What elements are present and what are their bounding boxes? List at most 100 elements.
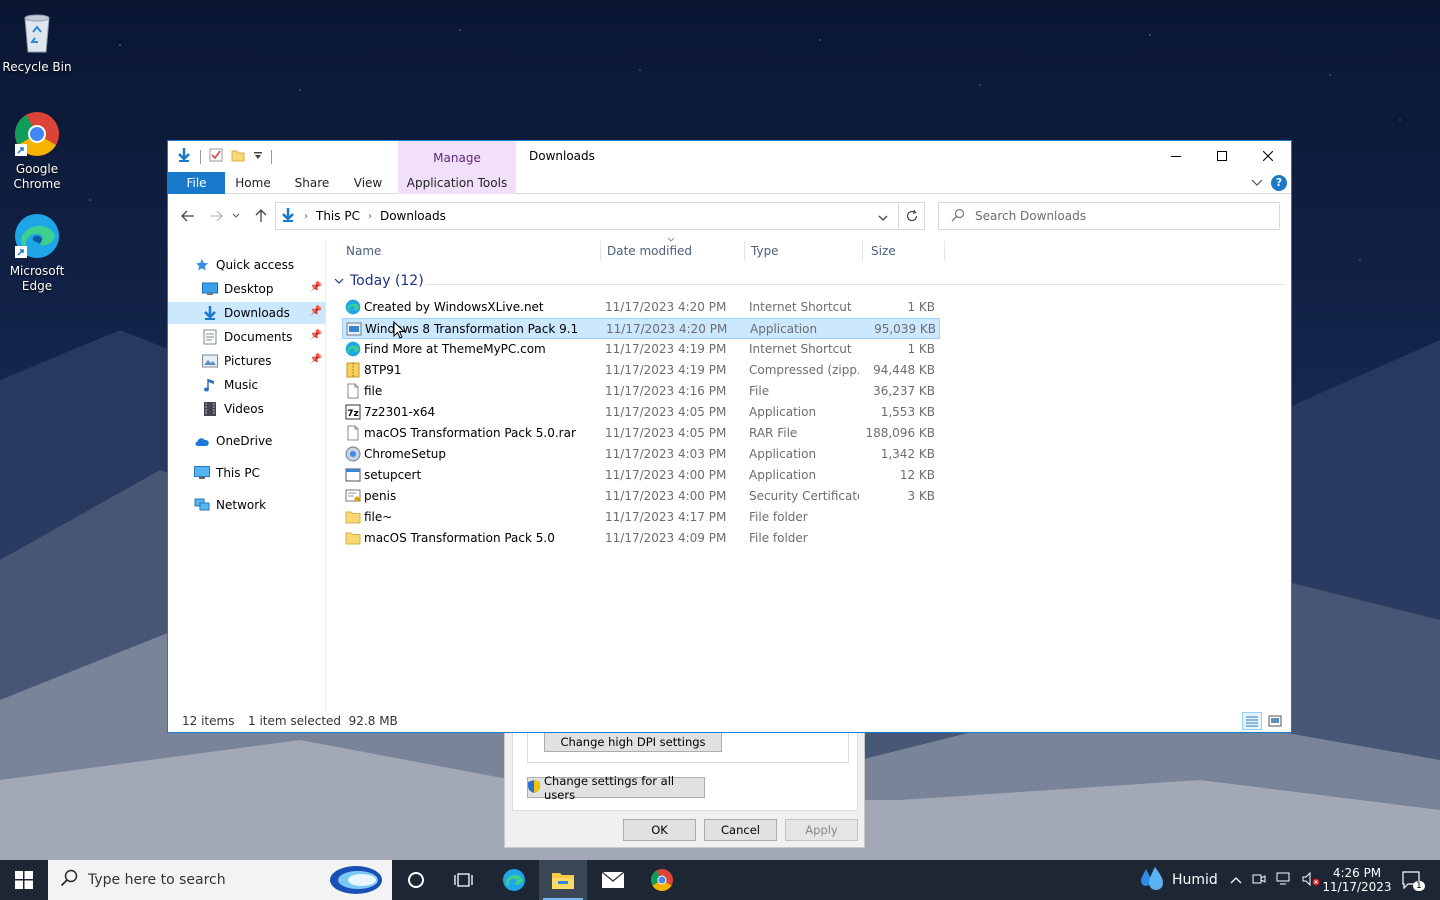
tab-application-tools[interactable]: Application Tools bbox=[398, 172, 516, 194]
search-input[interactable]: Search Downloads bbox=[938, 202, 1280, 230]
recent-locations-button[interactable] bbox=[230, 206, 242, 226]
tab-view[interactable]: View bbox=[346, 172, 390, 194]
pin-icon[interactable]: 📌 bbox=[310, 282, 322, 293]
search-highlight-icon bbox=[322, 864, 384, 900]
details-view-button[interactable] bbox=[1242, 712, 1262, 730]
nav-videos[interactable]: Videos bbox=[168, 398, 326, 420]
close-button[interactable] bbox=[1245, 141, 1291, 171]
tab-home[interactable]: Home bbox=[230, 172, 276, 194]
nav-onedrive[interactable]: OneDrive bbox=[168, 430, 326, 452]
cortana-button[interactable] bbox=[392, 860, 440, 900]
weather-label: Humid bbox=[1172, 872, 1218, 888]
downloads-folder-icon bbox=[202, 305, 218, 321]
taskbar-edge-button[interactable] bbox=[490, 860, 538, 900]
address-bar[interactable]: › This PC › Downloads bbox=[275, 202, 925, 230]
desktop-icon-label: Google Chrome bbox=[13, 162, 61, 191]
nav-quick-access[interactable]: Quick access bbox=[168, 254, 326, 276]
taskbar-chrome-button[interactable] bbox=[638, 860, 686, 900]
column-header-name[interactable]: Name bbox=[346, 241, 601, 261]
tab-file[interactable]: File bbox=[168, 172, 225, 194]
nav-downloads[interactable]: Downloads 📌 bbox=[168, 302, 326, 324]
group-header-today[interactable]: Today (12) bbox=[334, 273, 424, 289]
cancel-button[interactable]: Cancel bbox=[704, 819, 777, 841]
meet-now-icon[interactable] bbox=[1252, 872, 1266, 889]
tab-share[interactable]: Share bbox=[289, 172, 335, 194]
desktop-icon-recycle-bin[interactable]: Recycle Bin bbox=[0, 8, 74, 75]
nav-this-pc[interactable]: This PC bbox=[168, 462, 326, 484]
file-row[interactable]: setupcert 11/17/2023 4:00 PM Application 12… bbox=[342, 465, 940, 486]
ok-button[interactable]: OK bbox=[623, 819, 696, 841]
file-row[interactable]: 7z 7z2301-x64 11/17/2023 4:05 PM Applicatio… bbox=[342, 402, 940, 423]
help-icon[interactable]: ? bbox=[1271, 175, 1287, 191]
file-type: RAR File bbox=[749, 426, 798, 440]
installer-icon bbox=[346, 321, 362, 337]
taskbar-mail-button[interactable] bbox=[589, 860, 637, 900]
file-row[interactable]: file 11/17/2023 4:16 PM File 36,237 KB bbox=[342, 381, 940, 402]
large-icons-view-button[interactable] bbox=[1265, 712, 1285, 730]
breadcrumb-downloads[interactable]: Downloads bbox=[380, 209, 446, 223]
taskbar-search-box[interactable]: Type here to search bbox=[48, 860, 392, 900]
up-button[interactable] bbox=[251, 206, 271, 226]
action-center-button[interactable]: 1 bbox=[1396, 860, 1426, 900]
nav-desktop[interactable]: Desktop 📌 bbox=[168, 278, 326, 300]
file-row[interactable]: Created by WindowsXLive.net 11/17/2023 4:… bbox=[342, 297, 940, 318]
refresh-button[interactable] bbox=[898, 202, 925, 230]
new-folder-icon[interactable] bbox=[231, 148, 245, 165]
apply-button[interactable]: Apply bbox=[785, 819, 858, 841]
nav-documents[interactable]: Documents 📌 bbox=[168, 326, 326, 348]
column-header-type[interactable]: Type bbox=[751, 241, 863, 261]
taskbar-file-explorer-button[interactable] bbox=[539, 860, 587, 900]
minimize-button[interactable] bbox=[1153, 141, 1199, 171]
file-row[interactable]: ChromeSetup 11/17/2023 4:03 PM Application… bbox=[342, 444, 940, 465]
file-row[interactable]: file~ 11/17/2023 4:17 PM File folder bbox=[342, 507, 940, 528]
nav-label: Videos bbox=[224, 402, 264, 416]
desktop-icon-google-chrome[interactable]: Google Chrome bbox=[0, 110, 74, 192]
pin-icon[interactable]: 📌 bbox=[310, 306, 322, 317]
minimize-icon bbox=[1171, 156, 1181, 157]
start-button[interactable] bbox=[0, 860, 48, 900]
desktop-icon-microsoft-edge[interactable]: Microsoft Edge bbox=[0, 212, 74, 294]
change-high-dpi-button[interactable]: Change high DPI settings bbox=[544, 732, 722, 752]
pin-icon[interactable]: 📌 bbox=[310, 330, 322, 341]
nav-music[interactable]: Music bbox=[168, 374, 326, 396]
file-size: 1,342 KB bbox=[880, 447, 935, 461]
pin-icon[interactable]: 📌 bbox=[310, 354, 322, 365]
nav-label: This PC bbox=[216, 466, 260, 480]
file-name: ChromeSetup bbox=[364, 447, 446, 461]
change-settings-all-users-button[interactable]: Change settings for all users bbox=[527, 774, 705, 802]
back-button[interactable] bbox=[178, 206, 198, 226]
column-header-date-modified[interactable]: Date modified bbox=[607, 241, 745, 261]
file-row[interactable]: Windows 8 Transformation Pack 9.1 11/17/2… bbox=[342, 318, 940, 339]
documents-folder-icon bbox=[202, 329, 218, 345]
file-type: Internet Shortcut bbox=[749, 342, 852, 356]
address-history-chevron-icon[interactable] bbox=[878, 211, 888, 225]
file-explorer-window: Manage Downloads File Home Share View Ap… bbox=[167, 140, 1292, 733]
file-row[interactable]: macOS Transformation Pack 5.0.rar 11/17/2… bbox=[342, 423, 940, 444]
weather-widget[interactable]: Humid bbox=[1140, 860, 1218, 900]
nav-pictures[interactable]: Pictures 📌 bbox=[168, 350, 326, 372]
expand-ribbon-chevron-icon[interactable] bbox=[1251, 176, 1263, 190]
file-row[interactable]: Find More at ThemeMyPC.com 11/17/2023 4:1… bbox=[342, 339, 940, 360]
recycle-bin-icon bbox=[13, 8, 61, 56]
file-row[interactable]: macOS Transformation Pack 5.0 11/17/2023 … bbox=[342, 528, 940, 549]
volume-muted-icon[interactable] bbox=[1302, 871, 1320, 889]
customize-toolbar-chevron-icon[interactable] bbox=[253, 150, 263, 164]
search-icon bbox=[951, 208, 965, 225]
column-header-size[interactable]: Size bbox=[871, 241, 945, 261]
properties-check-icon[interactable] bbox=[209, 148, 223, 165]
forward-button[interactable] bbox=[206, 206, 226, 226]
file-type: Application bbox=[749, 468, 817, 482]
show-hidden-icons-chevron-icon[interactable] bbox=[1230, 873, 1242, 887]
file-date-modified: 11/17/2023 4:19 PM bbox=[605, 342, 727, 356]
desktop-folder-icon bbox=[202, 281, 218, 297]
file-row[interactable]: penis 11/17/2023 4:00 PM Security Certific… bbox=[342, 486, 940, 507]
network-status-icon[interactable] bbox=[1276, 872, 1292, 889]
nav-network[interactable]: Network bbox=[168, 494, 326, 516]
task-view-button[interactable] bbox=[440, 860, 488, 900]
caption-buttons bbox=[1153, 141, 1291, 171]
file-row[interactable]: 8TP91 11/17/2023 4:19 PM Compressed (zipp.… bbox=[342, 360, 940, 381]
breadcrumb-this-pc[interactable]: This PC bbox=[316, 209, 360, 223]
clock[interactable]: 4:26 PM 11/17/2023 bbox=[1322, 860, 1392, 900]
status-selection: 1 item selected 92.8 MB bbox=[248, 714, 398, 728]
maximize-button[interactable] bbox=[1199, 141, 1245, 171]
